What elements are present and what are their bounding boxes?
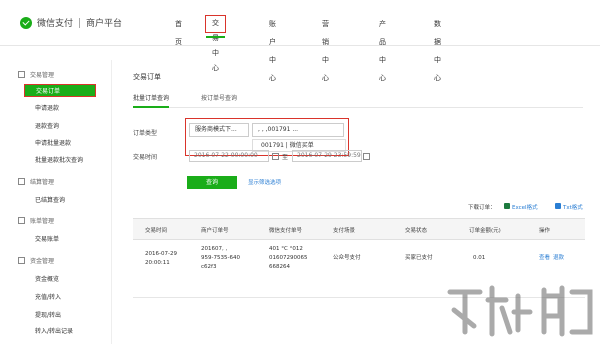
trade-time-label: 交易时间 (133, 154, 158, 161)
nav-account-center[interactable]: 账户中心 (269, 15, 276, 82)
brand-name: 微信支付 (37, 19, 74, 29)
sidebar-group-title: 账单管理 (30, 218, 55, 225)
sidebar-group-funds: 资金管理 (18, 256, 54, 265)
date-from-input[interactable]: 2016-07-22 00:00:00 (189, 150, 269, 162)
sidebar-item-trade-orders[interactable]: 交易订单 (24, 84, 96, 97)
sidebar-item-funds-overview[interactable]: 资金概览 (35, 274, 59, 283)
platform-name: 商户平台 (86, 19, 123, 29)
list-icon (18, 71, 25, 78)
cell-trade-time: 2016-07-29 20:00:11 (145, 250, 177, 268)
cell-line: 201607, , (201, 246, 228, 252)
sidebar-item-withdraw[interactable]: 提现/转出 (35, 310, 61, 319)
wechat-pay-logo[interactable]: 微信支付 商户平台 (20, 16, 122, 29)
bill-icon (18, 217, 25, 224)
refund-link[interactable]: 退款 (553, 254, 564, 263)
cell-scene: 公众号支付 (333, 255, 361, 261)
sidebar-group-trade: 交易管理 (18, 70, 54, 79)
sidebar-group-title: 交易管理 (30, 72, 55, 79)
cell-line: 401 °C °012 (269, 246, 303, 252)
cell-line: 01607290065 (269, 255, 308, 261)
col-scene: 支付场景 (333, 228, 356, 234)
query-tabs: 批量订单查询 按订单号查询 (133, 90, 583, 108)
show-filter-options-link[interactable]: 显示筛选选项 (248, 178, 281, 186)
sidebar-item-settled-query[interactable]: 已结算查询 (35, 195, 65, 204)
download-excel-link[interactable]: Excel格式 (512, 203, 538, 211)
cell-line: 959-7535-640 (201, 255, 240, 261)
col-wechat-order: 微信支付单号 (269, 228, 303, 234)
sidebar-item-trade-bill[interactable]: 交易账单 (35, 234, 59, 243)
calendar-icon[interactable] (272, 153, 279, 160)
cell-wechat-order: 401 °C °012 01607290065 668264 (269, 245, 308, 272)
sidebar-item-batch-refund-query[interactable]: 批量退款批次查询 (35, 155, 83, 164)
view-link[interactable]: 查看 (539, 254, 550, 263)
wallet-icon (18, 257, 25, 264)
date-to-input[interactable]: 2016-07-29 23:59:59 (292, 150, 362, 162)
sidebar-item-transfer-records[interactable]: 转入/转出记录 (35, 326, 73, 335)
sidebar-item-apply-refund[interactable]: 申请退款 (35, 103, 59, 112)
nav-data-center[interactable]: 数据中心 (434, 15, 441, 82)
grid-icon (18, 178, 25, 185)
page-title: 交易订单 (133, 73, 161, 81)
cell-merchant-order: 201607, , 959-7535-640 c62f3 (201, 245, 240, 272)
col-status: 交易状态 (405, 228, 428, 234)
excel-icon (504, 203, 510, 209)
download-label: 下载订单： (468, 205, 496, 211)
cell-date: 2016-07-29 (145, 251, 177, 257)
sidebar: 交易管理 交易订单 申请退款 退款查询 申请批量退款 批量退款批次查询 结算管理… (10, 60, 112, 344)
calendar-icon[interactable] (363, 153, 370, 160)
brand-divider (79, 17, 81, 28)
sidebar-item-recharge[interactable]: 充值/转入 (35, 292, 61, 301)
download-txt-link[interactable]: Txt格式 (563, 203, 583, 211)
nav-trade-center[interactable]: 交易中心 (205, 15, 226, 72)
sidebar-item-batch-refund[interactable]: 申请批量退款 (35, 138, 71, 147)
sidebar-group-settlement: 结算管理 (18, 177, 54, 186)
cell-line: 668264 (269, 264, 290, 270)
top-header: 微信支付 商户平台 首页 交易中心 账户中心 营销中心 产品中心 数据中心 (0, 0, 600, 82)
tab-order-number-query[interactable]: 按订单号查询 (201, 93, 237, 102)
table-header: 交易时间 商户订单号 微信支付单号 支付场景 交易状态 订单金额(元) 操作 (133, 218, 585, 240)
nav-home[interactable]: 首页 (175, 15, 182, 46)
sidebar-item-refund-query[interactable]: 退款查询 (35, 121, 59, 130)
col-amount: 订单金额(元) (469, 228, 501, 234)
cell-status: 买家已支付 (405, 255, 433, 261)
query-button[interactable]: 查询 (187, 176, 237, 189)
col-trade-time: 交易时间 (145, 228, 168, 234)
cell-amount: 0.01 (473, 255, 486, 261)
wechat-pay-icon (20, 16, 32, 29)
nav-marketing-center[interactable]: 营销中心 (322, 15, 329, 82)
order-type-label: 订单类型 (133, 130, 158, 137)
nav-product-center[interactable]: 产品中心 (379, 15, 386, 82)
sidebar-group-bills: 账单管理 (18, 216, 54, 225)
col-merchant-order: 商户订单号 (201, 228, 229, 234)
cell-time: 20:00:11 (145, 260, 170, 266)
watermark-logo (447, 285, 593, 337)
sidebar-group-title: 结算管理 (30, 179, 55, 186)
tab-batch-query[interactable]: 批量订单查询 (133, 93, 170, 108)
date-separator: 至 (282, 154, 289, 161)
col-actions: 操作 (539, 228, 551, 234)
txt-icon (555, 203, 561, 209)
sidebar-group-title: 资金管理 (30, 258, 55, 265)
cell-line: c62f3 (201, 264, 217, 270)
